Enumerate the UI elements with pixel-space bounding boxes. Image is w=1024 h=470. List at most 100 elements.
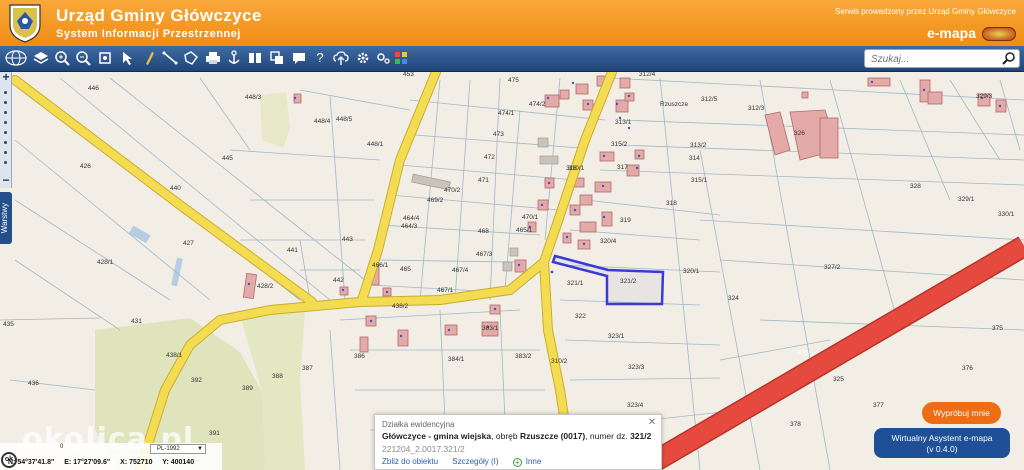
details-link[interactable]: Szczegóły (I) [452,457,498,466]
parcel-label: 440 [170,185,181,192]
obreb-name: Rzuszcze (0017) [519,431,586,441]
parcel-label: 446 [88,85,99,92]
app-subtitle: System Informacji Przestrzennej [56,28,241,40]
virtual-assistant-button[interactable]: Wirtualny Asystent e-mapa (v 0.4.0) [874,428,1010,458]
parcel-label: 427 [183,240,194,247]
parcel-label: 473 [493,131,504,138]
zoom-level-dot[interactable] [4,161,7,164]
zoom-level-dot[interactable] [4,151,7,154]
parcel-label: 453 [403,72,414,78]
parcel-label: 329/1 [958,196,975,203]
parcel-label: 470/2 [444,187,461,194]
parcel-label: 310/2 [551,358,568,365]
zoom-out-button[interactable]: − [0,174,12,187]
parcel-label: 387 [302,365,313,372]
other-link[interactable]: Inne [526,457,542,466]
zoom-out-icon[interactable] [74,49,92,67]
zoom-level-dot[interactable] [4,121,7,124]
zoom-level-dot[interactable] [4,131,7,134]
parcel-label: 323/4 [627,402,644,409]
layers-tab-label: Warstwy [0,202,9,234]
numer-prefix: , numer dz. [585,431,631,441]
zoom-to-object-link[interactable]: Zbliż do obiektu [382,457,438,466]
parcel-label: 376 [962,365,973,372]
parcel-label: 327/2 [824,264,841,271]
parcel-label: 310/1 [568,165,585,172]
parcel-label: 391 [209,430,220,437]
assistant-name: Wirtualny Asystent e-mapa [891,433,993,443]
parcel-label: 383/2 [515,353,532,360]
search-input[interactable] [871,52,999,66]
plugin-icon[interactable] [374,49,392,67]
layers-tab[interactable]: Warstwy [0,192,12,244]
parcel-label: 448/1 [367,141,384,148]
upload-icon[interactable] [332,49,350,67]
y-coordinate: Y: 400140 [162,459,195,466]
parcel-label: 469/2 [427,197,444,204]
parcel-label: 318 [666,200,677,207]
assistant-version: (v 0.4.0) [926,444,958,454]
zoom-level-dot[interactable] [4,91,7,94]
plus-icon[interactable]: + [512,458,522,467]
print-icon[interactable] [204,49,222,67]
parcel-label: 464/4 [403,215,420,222]
popup-links: Zbliż do obiektu Szczegóły (I) + Inne [382,457,553,467]
parcel-label: 315/1 [691,177,708,184]
layers-icon[interactable] [32,49,50,67]
anchor-icon[interactable] [225,49,243,67]
parcel-label: 466/1 [372,262,389,269]
coat-of-arms-icon [9,4,41,43]
zoom-in-button[interactable]: + [0,71,12,84]
parcel-label: 474/2 [529,101,546,108]
measure-area-icon[interactable] [182,49,200,67]
help-icon[interactable]: ? [311,49,329,67]
select-arrow-icon[interactable] [118,49,136,67]
measure-line-icon[interactable] [161,49,179,67]
parcel-label: 321/2 [620,278,637,285]
full-extent-icon[interactable] [96,49,114,67]
map-canvas[interactable]: 446 448/3 448/4 448/5 445 448/1 426 440 427 428/1… [0,72,1024,470]
parcel-label: 441 [287,247,298,254]
parcel-label: 375 [992,325,1003,332]
parcel-label: 428/1 [97,259,114,266]
parcel-label: 377 [873,402,884,409]
settings-icon[interactable] [354,49,372,67]
info-pencil-icon[interactable] [140,49,158,67]
map-toolbar: ? [0,46,1024,72]
parcel-label: 435 [3,321,14,328]
parcel-label: 470/1 [522,214,539,221]
parcel-description: Główczyce - gmina wiejska, obręb Rzuszcz… [382,431,651,441]
parcel-label: 328 [910,183,921,190]
globe-icon[interactable] [4,49,28,67]
zoom-level-dot[interactable] [4,101,7,104]
parcel-label: 475 [508,77,519,84]
road-number-label: 835 [797,350,809,357]
parcel-label: 312/5 [701,96,718,103]
parcel-label: 378 [790,421,801,428]
split-view-icon[interactable] [246,49,264,67]
comment-icon[interactable] [290,49,308,67]
zoom-in-icon[interactable] [53,49,71,67]
parcel-label: 322 [575,313,586,320]
parcel-label: 312/4 [639,72,656,78]
zoom-level-dot[interactable] [4,111,7,114]
parcel-label: 383/1 [482,325,499,332]
parcel-label: 467/1 [437,287,454,294]
parcel-label: 426 [80,163,91,170]
gmina-name: Główczyce - gmina wiejska [382,431,492,441]
crs-select[interactable]: PL-1992 ▼ [150,444,206,454]
parcel-label: 330/1 [998,211,1015,218]
parcel-label: 313/2 [690,142,707,149]
parcel-label: 468 [478,228,489,235]
close-icon[interactable]: ✕ [647,418,657,428]
parcel-label: 392 [191,377,202,384]
parcel-label: 323/1 [608,333,625,340]
zoom-level-dot[interactable] [4,141,7,144]
emapa-logo[interactable]: e-mapa [927,25,976,41]
search-icon[interactable] [1002,51,1016,65]
parcel-label: 448/5 [336,116,353,123]
parcel-label: 315/2 [611,141,628,148]
try-me-button[interactable]: Wypróbuj mnie [922,402,1001,424]
legend-icon[interactable] [392,49,410,67]
overlay-icon[interactable] [268,49,286,67]
